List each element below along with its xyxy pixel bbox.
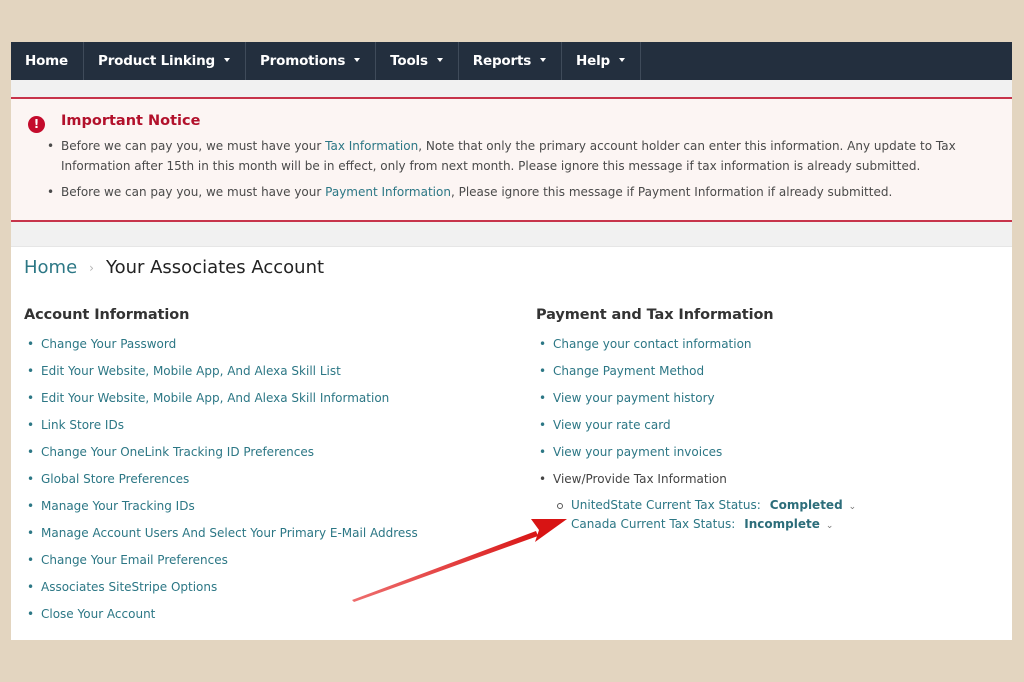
payment-links: Change your contact information Change P…: [536, 337, 774, 499]
chevron-down-icon[interactable]: ⌄: [826, 521, 834, 531]
notice-text: Before we can pay you, we must have your: [61, 139, 326, 153]
payment-information-link[interactable]: Payment Information: [325, 185, 451, 199]
tax-status-us: UnitedState Current Tax Status: Completed…: [546, 498, 856, 517]
tax-information-link[interactable]: Tax Information: [325, 139, 418, 153]
notice-list: Before we can pay you, we must have your…: [47, 137, 1007, 210]
nav-tools[interactable]: Tools: [376, 42, 459, 80]
breadcrumb-home-link[interactable]: Home: [24, 257, 77, 278]
change-password-link[interactable]: Change Your Password: [24, 337, 418, 364]
caret-down-icon: [436, 57, 443, 62]
chevron-down-icon[interactable]: ⌄: [849, 502, 857, 512]
section-divider: [11, 222, 1012, 247]
tax-status-list: UnitedState Current Tax Status: Completed…: [546, 498, 856, 536]
nav-label: Reports: [472, 53, 532, 69]
nav-label: Home: [25, 53, 68, 69]
caret-down-icon: [223, 57, 230, 62]
nav-product-linking[interactable]: Product Linking: [84, 42, 246, 80]
manage-tracking-ids-link[interactable]: Manage Your Tracking IDs: [24, 499, 418, 526]
sitestripe-options-link[interactable]: Associates SiteStripe Options: [24, 580, 418, 607]
associates-page: Home Product Linking Promotions Tools Re…: [11, 42, 1012, 640]
nav-label: Promotions: [259, 53, 346, 69]
caret-down-icon: [540, 57, 547, 62]
important-notice-banner: ! Important Notice Before we can pay you…: [11, 97, 1012, 222]
global-store-preferences-link[interactable]: Global Store Preferences: [24, 472, 418, 499]
tax-status-value[interactable]: Completed: [770, 498, 843, 512]
notice-text: Before we can pay you, we must have your: [61, 185, 326, 199]
notice-text: , Please ignore this message if Payment …: [450, 185, 893, 199]
notice-item-payment: Before we can pay you, we must have your…: [47, 183, 1007, 203]
edit-website-info-link[interactable]: Edit Your Website, Mobile App, And Alexa…: [24, 391, 418, 418]
tax-status-label: Canada Current Tax Status:: [571, 517, 736, 531]
nav-label: Tools: [390, 53, 428, 69]
account-links: Change Your Password Edit Your Website, …: [24, 337, 418, 634]
edit-website-list-link[interactable]: Edit Your Website, Mobile App, And Alexa…: [24, 364, 418, 391]
change-contact-info-link[interactable]: Change your contact information: [536, 337, 774, 364]
tax-information-item: View/Provide Tax Information: [536, 472, 774, 499]
section-heading: Account Information: [24, 307, 190, 323]
nav-help[interactable]: Help: [562, 42, 641, 80]
nav-spacer: [11, 80, 1012, 97]
caret-down-icon: [354, 57, 361, 62]
nav-label: Help: [576, 53, 610, 69]
nav-reports[interactable]: Reports: [459, 42, 563, 80]
manage-account-users-link[interactable]: Manage Account Users And Select Your Pri…: [24, 526, 418, 553]
tax-status-label: UnitedState Current Tax Status:: [571, 498, 761, 512]
caret-down-icon: [619, 57, 625, 62]
tax-status-value[interactable]: Incomplete: [744, 517, 820, 531]
account-information-section: Account Information Change Your Password…: [24, 307, 418, 634]
exclamation-circle-icon: !: [28, 116, 45, 133]
payment-invoices-link[interactable]: View your payment invoices: [536, 445, 774, 472]
page-title: Your Associates Account: [105, 257, 325, 278]
link-store-ids-link[interactable]: Link Store IDs: [24, 418, 418, 445]
notice-title: Important Notice: [61, 113, 201, 129]
notice-item-tax: Before we can pay you, we must have your…: [47, 137, 1007, 176]
email-preferences-link[interactable]: Change Your Email Preferences: [24, 553, 418, 580]
chevron-right-icon: ›: [89, 260, 94, 275]
tax-status-canada: Canada Current Tax Status: Incomplete ⌄: [546, 517, 856, 536]
close-account-link[interactable]: Close Your Account: [24, 607, 418, 634]
circle-bullet-icon: [557, 503, 563, 509]
nav-label: Product Linking: [98, 53, 215, 69]
payment-tax-section: Payment and Tax Information Change your …: [536, 307, 774, 499]
nav-promotions[interactable]: Promotions: [246, 42, 377, 80]
nav-home[interactable]: Home: [11, 42, 84, 80]
change-payment-method-link[interactable]: Change Payment Method: [536, 364, 774, 391]
rate-card-link[interactable]: View your rate card: [536, 418, 774, 445]
onelink-preferences-link[interactable]: Change Your OneLink Tracking ID Preferen…: [24, 445, 418, 472]
section-heading: Payment and Tax Information: [536, 307, 774, 323]
payment-history-link[interactable]: View your payment history: [536, 391, 774, 418]
top-nav: Home Product Linking Promotions Tools Re…: [11, 42, 1012, 80]
breadcrumb: Home › Your Associates Account: [24, 257, 324, 278]
